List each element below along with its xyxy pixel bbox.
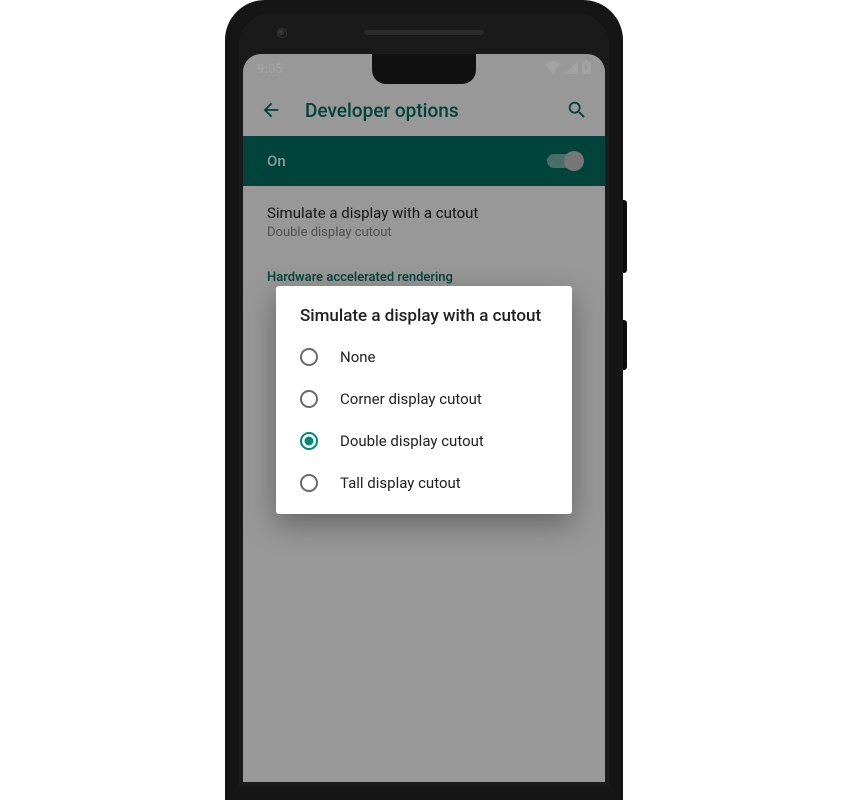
option-tall-display-cutout[interactable]: Tall display cutout xyxy=(276,462,572,504)
power-button xyxy=(623,320,627,370)
device-screen: 9:05 Developer opt xyxy=(243,54,605,782)
radio-icon xyxy=(300,390,318,408)
radio-icon xyxy=(300,432,318,450)
option-label: Corner display cutout xyxy=(340,390,482,408)
front-camera xyxy=(277,28,287,38)
volume-button xyxy=(623,200,627,273)
option-label: Double display cutout xyxy=(340,432,484,450)
option-label: Tall display cutout xyxy=(340,474,461,492)
radio-icon xyxy=(300,348,318,366)
device-frame: 9:05 Developer opt xyxy=(225,0,623,800)
device-inner: 9:05 Developer opt xyxy=(239,14,609,786)
option-none[interactable]: None xyxy=(276,336,572,378)
radio-icon xyxy=(300,474,318,492)
option-label: None xyxy=(340,348,376,366)
dialog-title: Simulate a display with a cutout xyxy=(276,306,572,336)
option-double-display-cutout[interactable]: Double display cutout xyxy=(276,420,572,462)
speaker-grille xyxy=(364,30,484,35)
cutout-dialog: Simulate a display with a cutout None Co… xyxy=(276,286,572,514)
option-corner-display-cutout[interactable]: Corner display cutout xyxy=(276,378,572,420)
